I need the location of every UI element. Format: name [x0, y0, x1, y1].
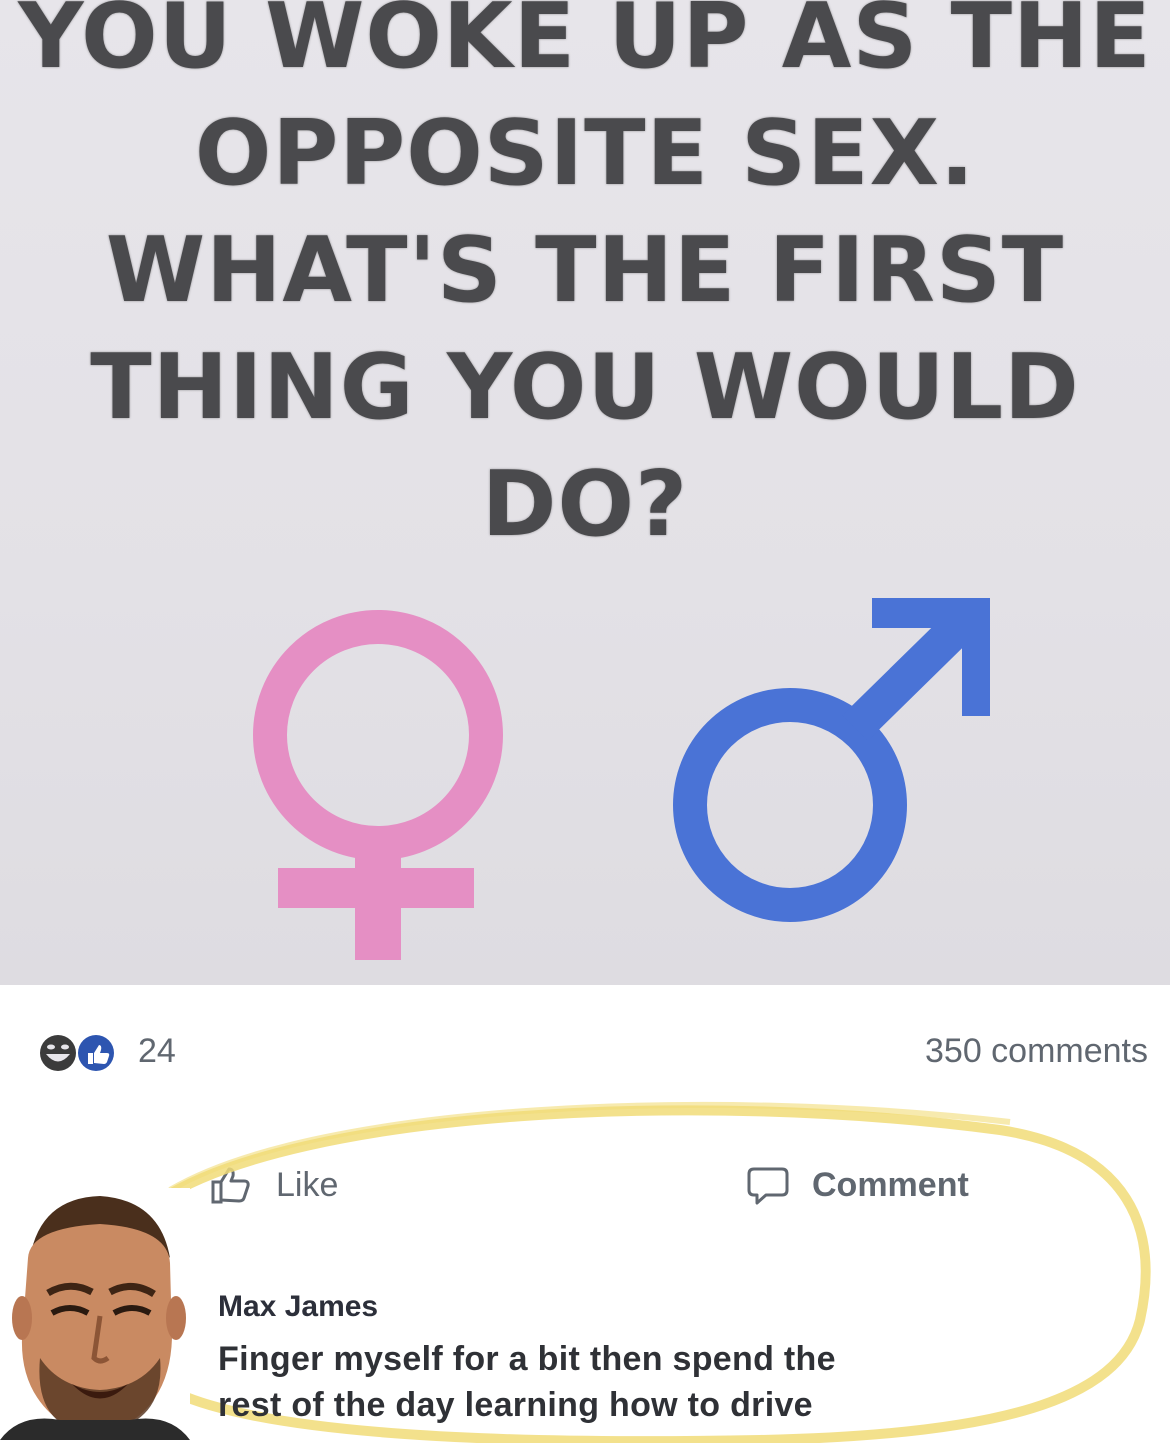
- male-symbol-icon: [673, 598, 990, 922]
- comment-label: Comment: [812, 1165, 969, 1204]
- like-button[interactable]: Like: [208, 1160, 338, 1210]
- comment-line: Finger myself for a bit then spend the: [218, 1340, 836, 1378]
- post-stats: 24 350 comments: [0, 1005, 1170, 1095]
- comment-author[interactable]: Max James: [218, 1290, 1118, 1324]
- comments-count-link[interactable]: 350 comments: [925, 1032, 1148, 1071]
- gender-symbols: [253, 598, 990, 960]
- reaction-count[interactable]: 24: [138, 1032, 176, 1071]
- comment: Max James Finger myself for a bit then s…: [218, 1290, 1118, 1428]
- post-image: YOU WOKE UP AS THE OPPOSITE SEX. WHAT'S …: [0, 0, 1170, 985]
- thumbs-up-icon: [211, 1167, 250, 1204]
- like-reaction-icon: [78, 1035, 114, 1071]
- comment-button[interactable]: Comment: [746, 1160, 969, 1210]
- commenter-avatar[interactable]: [0, 1188, 190, 1440]
- comment-text: Finger myself for a bit then spend the r…: [218, 1336, 1118, 1428]
- comment-line: rest of the day learning how to drive: [218, 1386, 813, 1424]
- like-label: Like: [276, 1165, 339, 1204]
- comment-bubble-icon: [747, 1167, 789, 1205]
- reaction-icons[interactable]: [38, 1033, 128, 1073]
- haha-reaction-icon: [40, 1035, 76, 1071]
- female-symbol-icon: [253, 610, 503, 960]
